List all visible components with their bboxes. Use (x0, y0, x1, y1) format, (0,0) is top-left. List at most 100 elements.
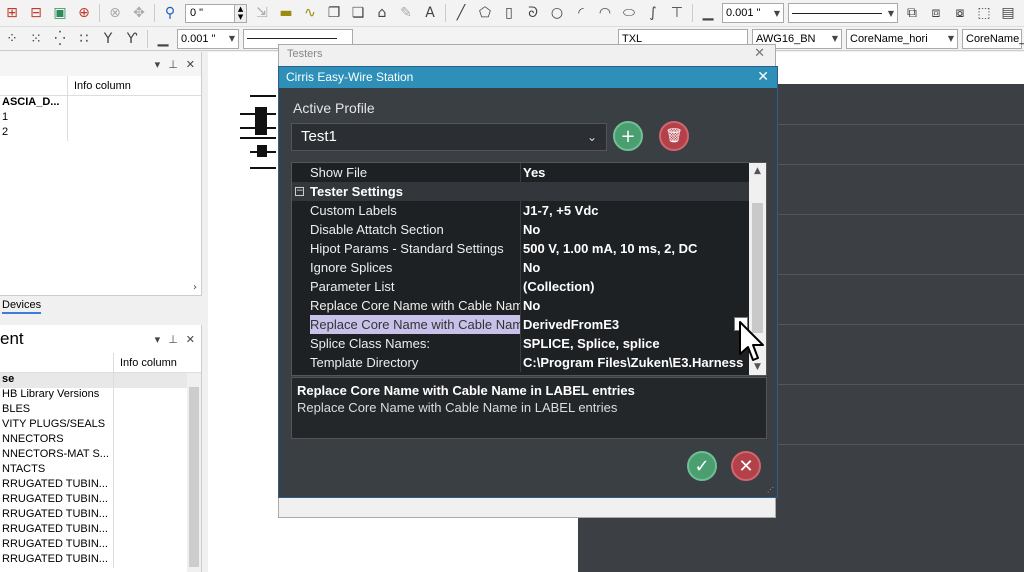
tree-row[interactable]: BLES (0, 403, 201, 418)
tree-row[interactable]: NNECTORS (0, 433, 201, 448)
property-row[interactable]: Hipot Params - Standard Settings 500 V, 1… (292, 239, 750, 258)
property-row[interactable]: Disable Attatch Section No (292, 220, 750, 239)
tree-row[interactable]: RRUGATED TUBIN... (0, 538, 201, 553)
disabled-icon[interactable]: ⊗ (107, 5, 123, 21)
property-category[interactable]: − Tester Settings (292, 182, 750, 201)
property-value[interactable]: No (523, 296, 750, 315)
pin-icon[interactable]: ⊥ (168, 333, 178, 346)
property-row[interactable]: Replace Core Name with Cable Name Derived… (292, 315, 750, 334)
crosshair-icon[interactable]: ⊕ (76, 5, 92, 21)
tree-row[interactable]: RRUGATED TUBIN... (0, 493, 201, 508)
paste-icon[interactable]: ❏ (350, 5, 366, 21)
property-row[interactable]: Custom Labels J1-7, +5 Vdc (292, 201, 750, 220)
circle-icon[interactable]: ○ (549, 5, 565, 21)
tree-row[interactable]: RRUGATED TUBIN... (0, 553, 201, 568)
tree-row[interactable]: VITY PLUGS/SEALS (0, 418, 201, 433)
tree-row[interactable]: 1 (0, 111, 201, 126)
tree-row[interactable]: NTACTS (0, 463, 201, 478)
property-value[interactable]: C:\Program Files\Zuken\E3.Harness (523, 353, 750, 372)
property-value[interactable]: Yes (523, 163, 750, 182)
line-width-select[interactable]: 0.001 " ▼ (722, 3, 784, 23)
pins-icon[interactable]: ⁘ (4, 31, 20, 47)
tree-row[interactable]: 2 (0, 126, 201, 141)
dimension-icon[interactable]: ⊤ (669, 5, 685, 21)
wave-icon[interactable]: ∿ (302, 5, 318, 21)
property-value[interactable]: SPLICE, Splice, splice (523, 334, 750, 353)
rect-fill-icon[interactable]: ▬ (278, 5, 294, 21)
block-icon[interactable]: ▣ (52, 5, 68, 21)
tree-row[interactable]: ASCIA_D... (0, 96, 201, 111)
ok-button[interactable]: ✓ (687, 451, 717, 481)
eraser-icon[interactable]: ✎ (398, 5, 414, 21)
tree-row[interactable]: HB Library Versions (0, 388, 201, 403)
component-icon[interactable]: ⊞ (4, 5, 20, 21)
tree-row[interactable]: RRUGATED TUBIN... (0, 523, 201, 538)
dropdown-icon[interactable]: ▾ (155, 333, 161, 346)
property-value[interactable]: (Collection) (523, 277, 750, 296)
ungroup-icon[interactable]: ⧈ (928, 5, 944, 21)
property-value[interactable]: No (523, 220, 750, 239)
core-name-h-select[interactable]: CoreName_hori ▼ (846, 28, 958, 49)
width-select[interactable]: 0.001 " ▼ (177, 28, 239, 49)
info-column-header[interactable]: Info column (68, 80, 131, 92)
scrollbar[interactable] (187, 373, 201, 572)
group-icon[interactable]: ⧉ (904, 5, 920, 21)
tag-icon[interactable]: ⌂ (374, 5, 390, 21)
info-column-header[interactable]: Info column (114, 357, 177, 369)
scroll-right-icon[interactable]: › (193, 282, 197, 293)
page-icon[interactable]: ▤ (1000, 5, 1016, 21)
grid-icon[interactable]: ⁛ (52, 31, 68, 47)
spiral-icon[interactable]: ᘐ (525, 5, 541, 21)
property-value[interactable]: No (523, 258, 750, 277)
tree-row[interactable]: RRUGATED TUBIN... (0, 508, 201, 523)
core-name-v-select[interactable]: CoreName_v (962, 28, 1024, 49)
line-color-icon[interactable]: ▁ (700, 5, 716, 21)
property-value[interactable]: 500 V, 1.00 mA, 10 ms, 2, DC (523, 239, 750, 258)
fork-icon[interactable]: Y (100, 31, 116, 47)
polygon-icon[interactable]: ⬠ (477, 5, 493, 21)
collapse-icon[interactable]: − (295, 187, 304, 196)
close-icon[interactable]: ✕ (186, 333, 195, 346)
property-value[interactable]: J1-7, +5 Vdc (523, 201, 750, 220)
pin-icon[interactable]: ⊥ (168, 58, 178, 71)
layer-icon[interactable]: ⧇ (952, 5, 968, 21)
close-icon[interactable]: ✕ (186, 58, 195, 71)
cancel-button[interactable]: ✕ (731, 451, 761, 481)
text-icon[interactable]: A (422, 5, 438, 21)
fork2-icon[interactable]: Ƴ (124, 31, 140, 47)
tree-row[interactable]: NNECTORS-MAT S... (0, 448, 201, 463)
scroll-up-icon[interactable]: ▲ (749, 163, 766, 179)
property-row[interactable]: Parameter List (Collection) (292, 277, 750, 296)
rectangle-icon[interactable]: ▯ (501, 5, 517, 21)
curve-icon[interactable]: ∫ (645, 5, 661, 21)
property-row[interactable]: Template Directory C:\Program Files\Zuken… (292, 353, 750, 372)
resize-grip-icon[interactable]: ⋰ (767, 487, 775, 495)
tab-devices[interactable]: Devices (0, 295, 202, 315)
tree-row[interactable]: se (0, 373, 201, 388)
node-icon[interactable]: ⁙ (28, 31, 44, 47)
copy-icon[interactable]: ❐ (326, 5, 342, 21)
line-color-icon[interactable]: ▁ (155, 31, 171, 47)
add-profile-button[interactable]: + (613, 121, 643, 151)
arc2-icon[interactable]: ◠ (597, 5, 613, 21)
pin-icon[interactable]: ⚲ (162, 5, 178, 21)
scrollbar-thumb[interactable] (752, 203, 763, 333)
line-icon[interactable]: ╱ (453, 5, 469, 21)
delete-profile-button[interactable]: 🗑 (659, 121, 689, 151)
close-icon[interactable]: ✕ (754, 46, 765, 61)
name-column-header[interactable] (0, 353, 114, 372)
dots-icon[interactable]: ∷ (76, 31, 92, 47)
connector-icon[interactable]: ⊟ (28, 5, 44, 21)
line-style-select[interactable]: ▼ (788, 3, 898, 23)
ellipse-icon[interactable]: ⬭ (621, 5, 637, 21)
stepper-arrows-icon[interactable]: ▲ ▼ (234, 4, 246, 22)
select-icon[interactable]: ⬚ (976, 5, 992, 21)
property-row[interactable]: Splice Class Names: SPLICE, Splice, splic… (292, 334, 750, 353)
move-icon[interactable]: ✥ (131, 5, 147, 21)
name-column-header[interactable] (0, 76, 68, 95)
tree-row[interactable]: RRUGATED TUBIN... (0, 478, 201, 493)
line-width-stepper[interactable]: 0 " ▲ ▼ (185, 3, 247, 23)
property-value[interactable]: DerivedFromE3 (523, 315, 750, 334)
arc-icon[interactable]: ◜ (573, 5, 589, 21)
property-row[interactable]: Ignore Splices No (292, 258, 750, 277)
